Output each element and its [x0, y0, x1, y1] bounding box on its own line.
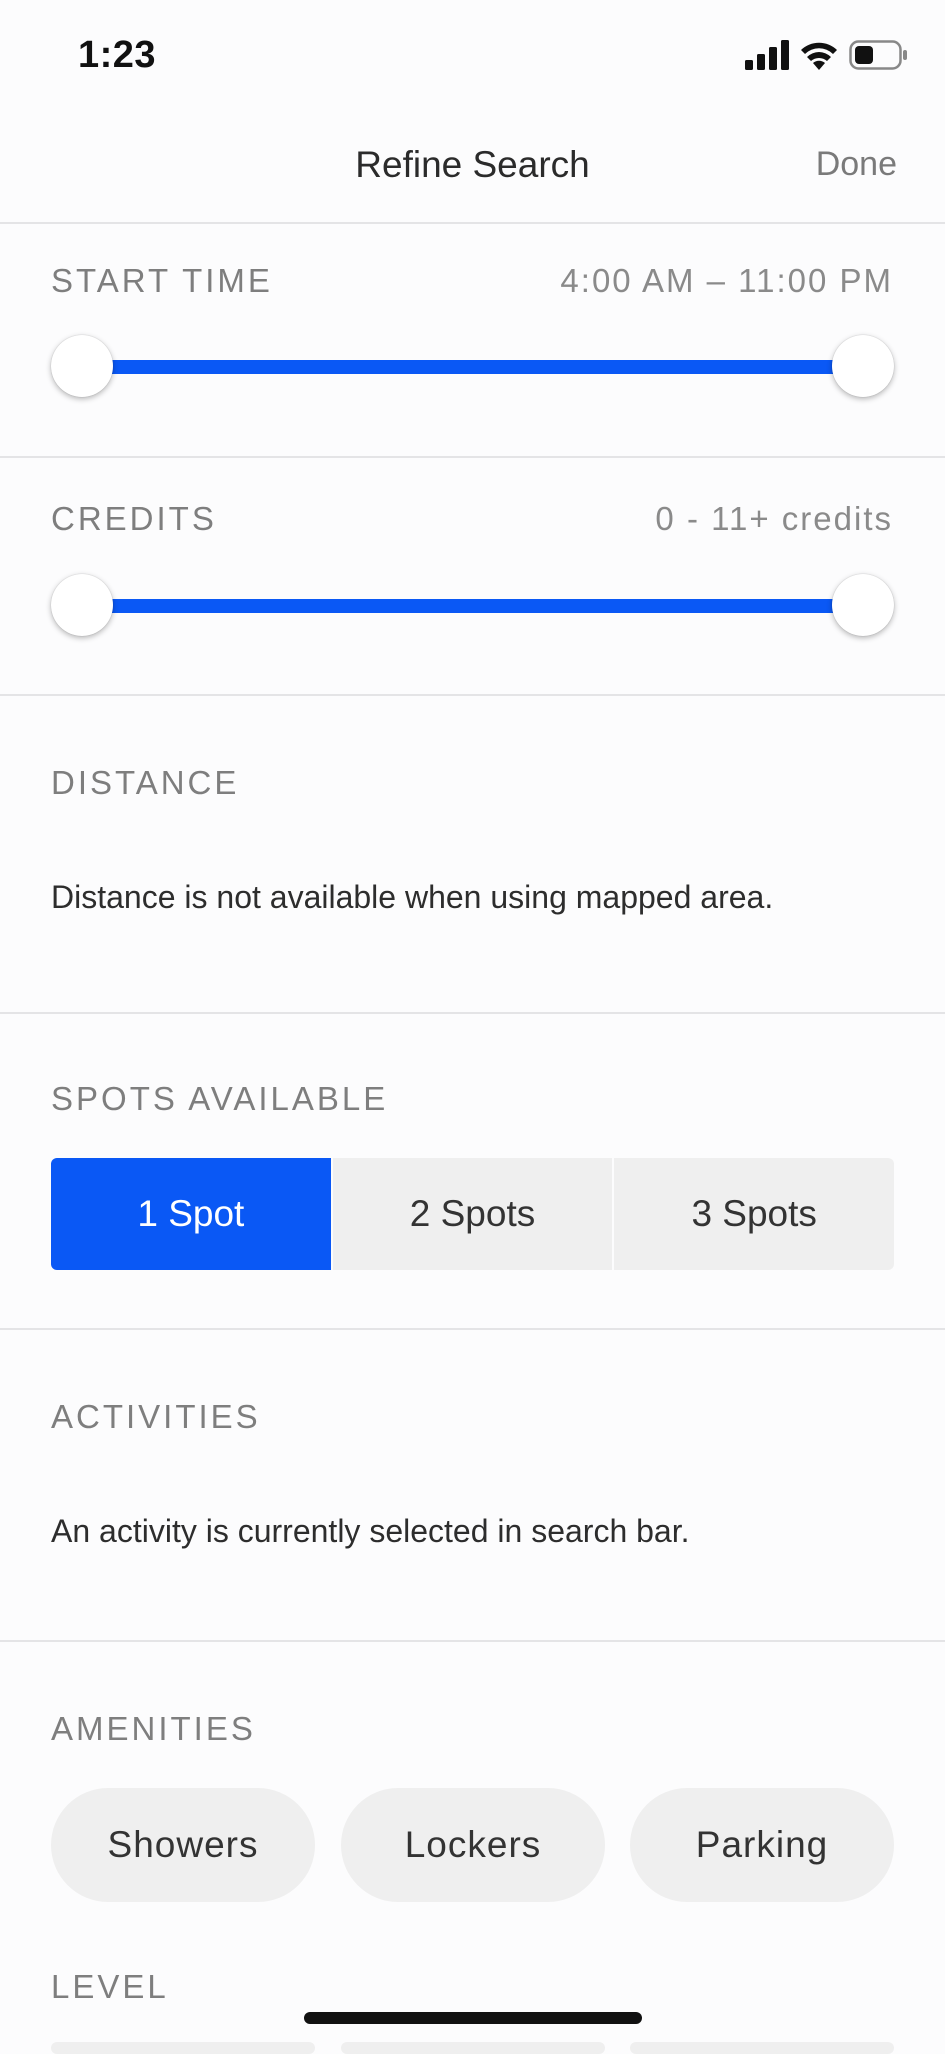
- amenities-chips: Showers Lockers Parking: [51, 1788, 894, 1902]
- start-time-max-handle[interactable]: [832, 335, 894, 397]
- level-chip[interactable]: [341, 2042, 605, 2054]
- start-time-slider-track: [81, 360, 864, 374]
- credits-max-handle[interactable]: [832, 574, 894, 636]
- battery-icon: [849, 40, 907, 70]
- done-button[interactable]: Done: [816, 145, 897, 184]
- start-time-section: START TIME 4:00 AM – 11:00 PM: [0, 224, 945, 458]
- level-options-peek: [51, 2042, 894, 2054]
- distance-label: DISTANCE: [51, 764, 240, 801]
- nav-bar: Refine Search Done: [0, 112, 945, 224]
- activities-section: ACTIVITIES An activity is currently sele…: [0, 1330, 945, 1642]
- credits-slider-track: [81, 599, 864, 613]
- spots-option-1[interactable]: 1 Spot: [51, 1158, 331, 1270]
- credits-section: CREDITS 0 - 11+ credits: [0, 458, 945, 696]
- activities-message: An activity is currently selected in sea…: [51, 1513, 690, 1549]
- amenity-chip-showers[interactable]: Showers: [51, 1788, 315, 1902]
- level-label: LEVEL: [51, 1968, 169, 2005]
- page-title: Refine Search: [355, 144, 590, 185]
- credits-label: CREDITS: [51, 500, 217, 537]
- amenity-chip-parking[interactable]: Parking: [630, 1788, 894, 1902]
- start-time-value: 4:00 AM – 11:00 PM: [560, 262, 893, 299]
- credits-value: 0 - 11+ credits: [655, 500, 893, 537]
- spots-option-2[interactable]: 2 Spots: [330, 1158, 613, 1270]
- distance-section: DISTANCE Distance is not available when …: [0, 696, 945, 1014]
- start-time-min-handle[interactable]: [51, 335, 113, 397]
- cellular-signal-icon: [745, 40, 789, 70]
- distance-message: Distance is not available when using map…: [51, 879, 774, 915]
- level-chip[interactable]: [630, 2042, 894, 2054]
- spots-label: SPOTS AVAILABLE: [51, 1080, 389, 1117]
- amenity-chip-lockers[interactable]: Lockers: [341, 1788, 605, 1902]
- start-time-label: START TIME: [51, 262, 273, 299]
- level-chip[interactable]: [51, 2042, 315, 2054]
- activities-label: ACTIVITIES: [51, 1398, 261, 1435]
- wifi-icon: [801, 42, 837, 70]
- amenities-label: AMENITIES: [51, 1710, 256, 1747]
- status-bar: 1:23: [0, 0, 945, 112]
- status-time: 1:23: [78, 34, 157, 76]
- credits-min-handle[interactable]: [51, 574, 113, 636]
- spots-segmented-control[interactable]: 1 Spot 2 Spots 3 Spots: [51, 1158, 894, 1270]
- spots-option-3[interactable]: 3 Spots: [612, 1158, 894, 1270]
- home-indicator[interactable]: [304, 2012, 642, 2024]
- credits-slider[interactable]: [51, 570, 894, 640]
- start-time-slider[interactable]: [51, 331, 894, 401]
